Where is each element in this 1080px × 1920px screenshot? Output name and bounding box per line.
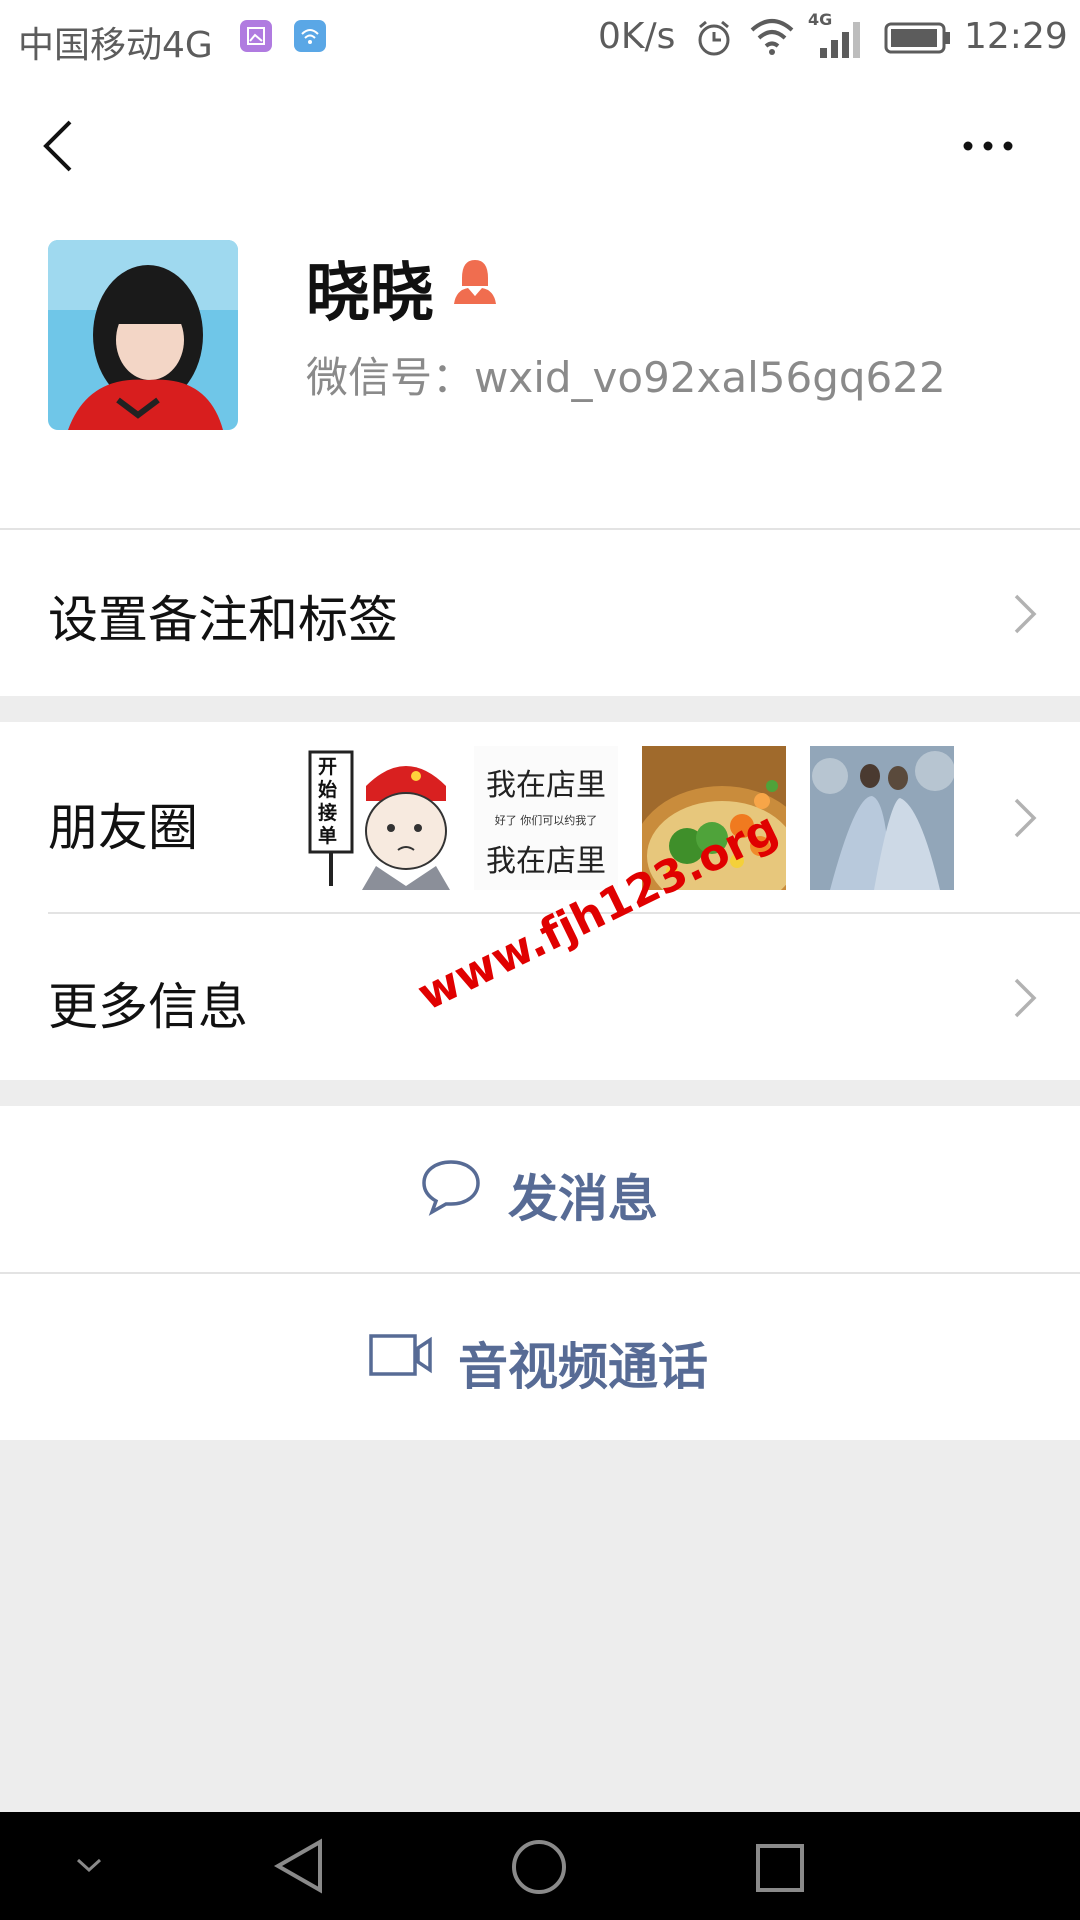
chevron-down-icon <box>76 1858 102 1873</box>
back-nav-button[interactable] <box>272 1838 328 1894</box>
back-button[interactable] <box>40 116 80 176</box>
thumb-1-caption: 开始接单 <box>318 756 338 847</box>
set-remark-label: 设置备注和标签 <box>48 591 398 649</box>
network-speed: 0K/s <box>598 16 676 57</box>
contact-name: 晓晓 <box>306 257 434 331</box>
chevron-right-icon <box>1010 592 1040 636</box>
profile-header: 晓晓 微信号：wxid_vo92xal56gq622 <box>0 216 1080 528</box>
video-call-label: 音视频通话 <box>458 1338 708 1396</box>
square-recents-icon <box>756 1844 804 1892</box>
wifi-icon <box>748 16 796 56</box>
female-user-icon <box>452 256 498 306</box>
hide-nav-button[interactable] <box>74 1850 104 1880</box>
set-remark-row[interactable]: 设置备注和标签 <box>0 530 1080 696</box>
system-nav-bar <box>0 1812 1080 1920</box>
chevron-left-icon <box>43 120 72 172</box>
battery-icon <box>884 20 952 56</box>
chevron-right-icon <box>1010 796 1040 840</box>
circle-home-icon <box>512 1840 566 1894</box>
thumb-2-caption-bottom: 我在店里 <box>486 844 606 879</box>
moments-thumb-1: 开始接单 <box>306 746 450 890</box>
clock: 12:29 <box>964 16 1068 57</box>
thumb-2-caption-middle: 好了 你们可以约我了 <box>494 814 598 827</box>
triangle-back-icon <box>273 1838 322 1894</box>
moments-thumb-4 <box>810 746 954 890</box>
chevron-right-icon <box>1010 976 1040 1020</box>
more-info-label: 更多信息 <box>48 978 248 1036</box>
video-call-button[interactable]: 音视频通话 <box>0 1274 1080 1440</box>
top-bar <box>0 76 1080 216</box>
moments-label: 朋友圈 <box>48 799 198 857</box>
moments-thumb-2: 我在店里 好了 你们可以约我了 我在店里 <box>474 746 618 890</box>
recents-nav-button[interactable] <box>754 1842 806 1894</box>
send-message-label: 发消息 <box>508 1170 658 1228</box>
status-bar: 中国移动4G 0K/s 4G 12:29 <box>0 0 1080 76</box>
send-message-button[interactable]: 发消息 <box>0 1106 1080 1272</box>
wifi-hotspot-notification-icon <box>294 20 326 52</box>
home-nav-button[interactable] <box>510 1838 568 1896</box>
alarm-icon <box>694 18 734 58</box>
video-camera-icon <box>368 1332 434 1378</box>
gallery-notification-icon <box>240 20 272 52</box>
moments-row[interactable]: 朋友圈 开始接单 我在店里 好了 你们可以约我了 我在店里 <box>0 722 1080 914</box>
signal-icon <box>818 20 868 58</box>
carrier-label: 中国移动4G <box>18 25 213 66</box>
thumb-2-caption-top: 我在店里 <box>486 768 606 803</box>
more-horizontal-icon <box>963 141 1013 151</box>
avatar[interactable] <box>48 240 238 430</box>
wechat-id: 微信号：wxid_vo92xal56gq622 <box>306 353 946 402</box>
chat-bubble-icon <box>420 1156 482 1216</box>
more-button[interactable] <box>960 131 1020 161</box>
